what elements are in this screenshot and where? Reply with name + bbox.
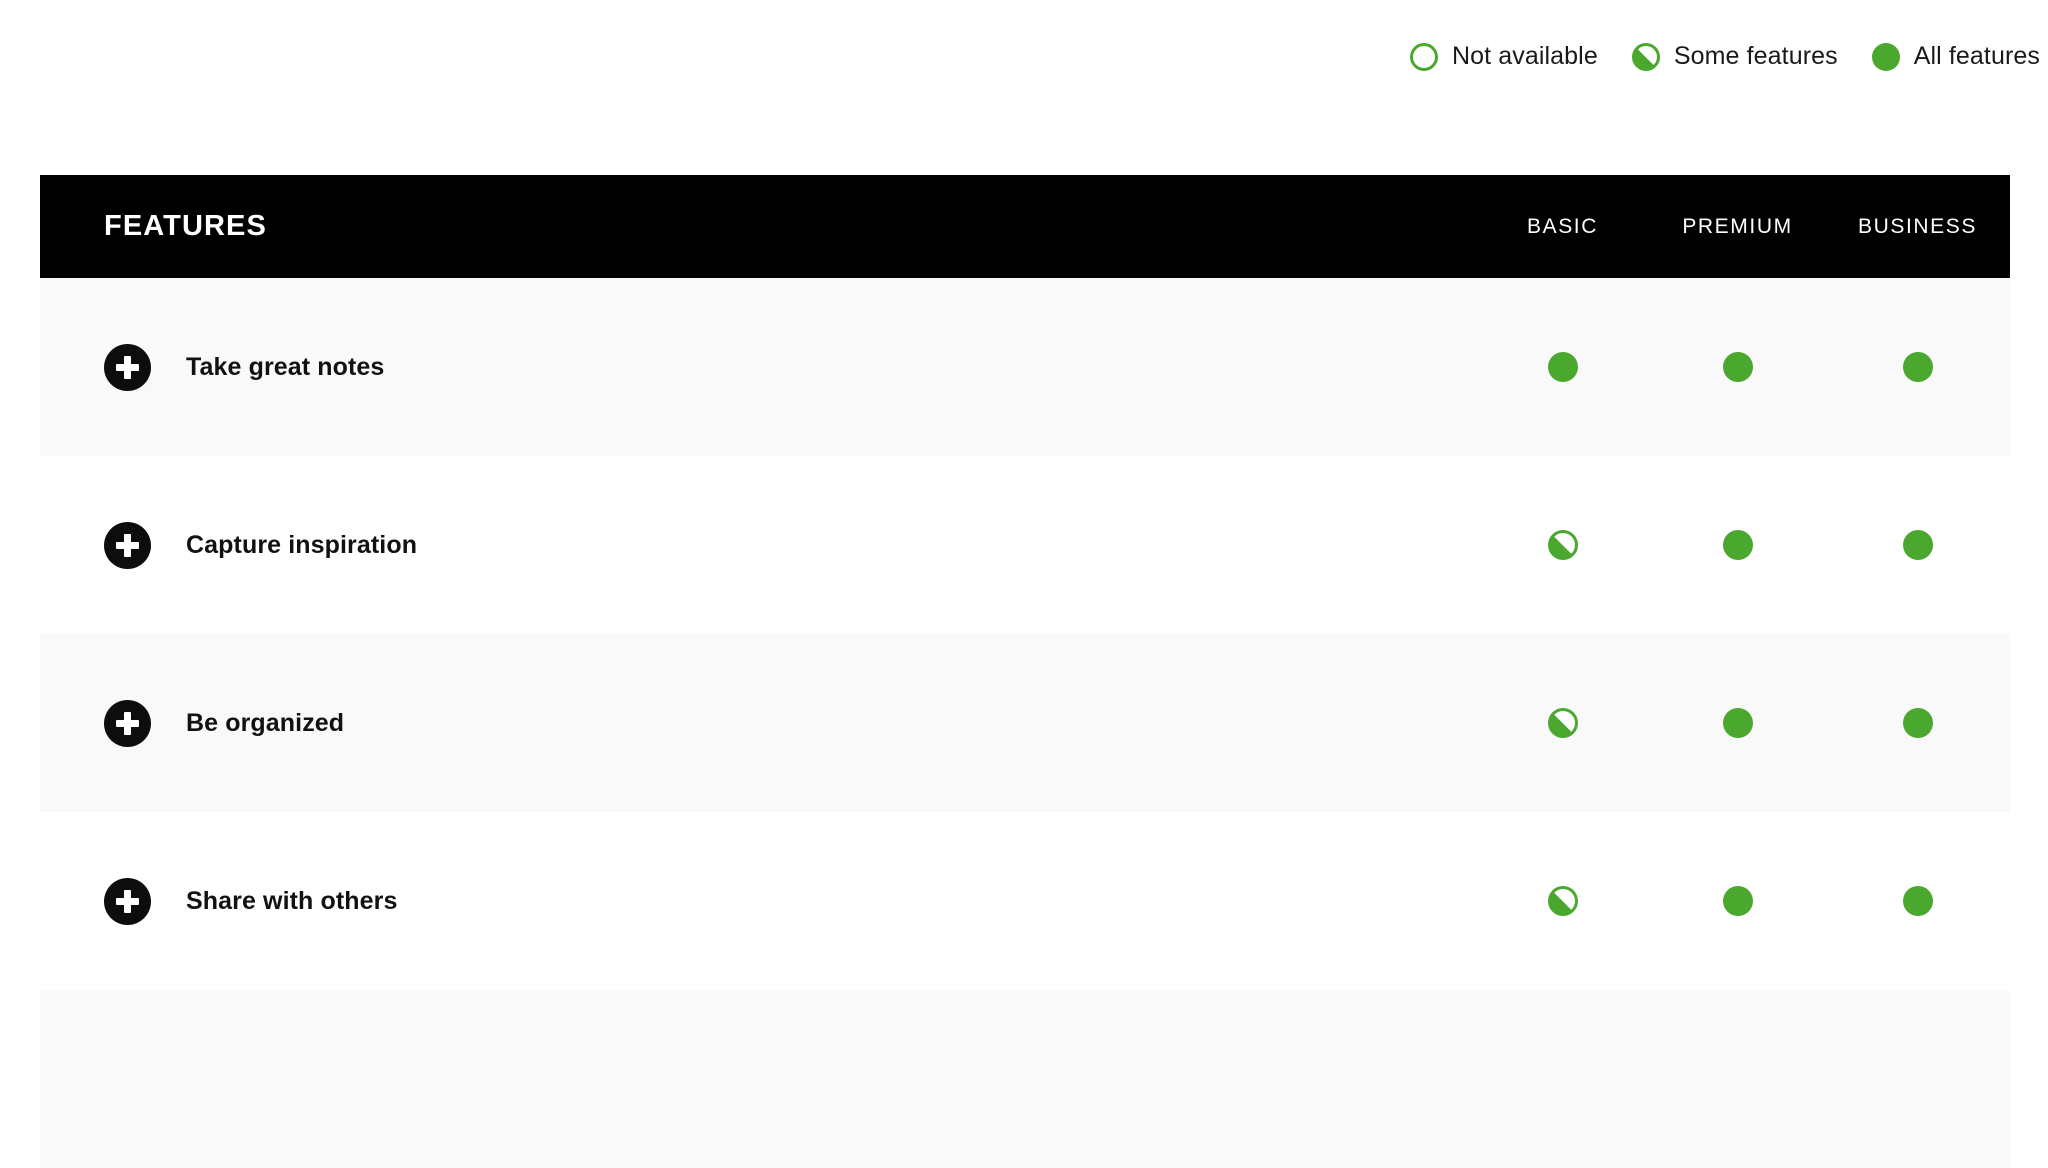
circle-filled-icon xyxy=(1547,352,1578,382)
availability-cell-basic xyxy=(1475,708,1650,738)
feature-cell[interactable]: Share with others xyxy=(104,877,1475,925)
feature-cell[interactable]: Capture inspiration xyxy=(104,521,1475,569)
circle-half-filled-icon xyxy=(1547,886,1578,916)
table-row[interactable]: Share with others xyxy=(40,812,2010,990)
legend-item-not-available: Not available xyxy=(1410,42,1598,71)
features-column-header: FEATURES xyxy=(104,210,267,242)
circle-outline-icon xyxy=(1410,42,1438,71)
table-row[interactable]: Take great notes xyxy=(40,278,2010,456)
feature-comparison-table: FEATURES BASIC PREMIUM BUSINESS Take gre… xyxy=(40,175,2010,1168)
circle-filled-icon xyxy=(1902,352,1933,382)
availability-cell-premium xyxy=(1650,886,1825,916)
feature-cell[interactable]: Take great notes xyxy=(104,343,1475,391)
feature-label: Capture inspiration xyxy=(186,530,418,559)
circle-filled-icon xyxy=(1722,352,1753,382)
availability-cell-premium xyxy=(1650,708,1825,738)
circle-half-filled-icon xyxy=(1631,42,1660,71)
circle-filled-icon xyxy=(1902,530,1933,560)
plan-column-header-business: BUSINESS xyxy=(1858,214,1977,238)
availability-cell-basic xyxy=(1475,352,1650,382)
availability-cell-basic xyxy=(1475,530,1650,560)
circle-half-filled-icon xyxy=(1547,708,1578,738)
plus-circle-icon[interactable] xyxy=(104,699,151,747)
circle-filled-icon xyxy=(1902,886,1933,916)
circle-filled-icon xyxy=(1902,708,1933,738)
availability-cell-business xyxy=(1825,886,2010,916)
availability-cell-basic xyxy=(1475,886,1650,916)
availability-cell-business xyxy=(1825,352,2010,382)
table-row[interactable]: Be organized xyxy=(40,634,2010,812)
legend-item-some-features: Some features xyxy=(1631,42,1838,71)
availability-cell-premium xyxy=(1650,352,1825,382)
table-row[interactable] xyxy=(40,990,2010,1168)
feature-label: Share with others xyxy=(186,886,398,915)
plan-column-header-basic: BASIC xyxy=(1526,214,1599,238)
table-header-row: FEATURES BASIC PREMIUM BUSINESS xyxy=(40,175,2010,278)
circle-filled-icon xyxy=(1722,530,1753,560)
circle-filled-icon xyxy=(1722,708,1753,738)
table-row[interactable]: Capture inspiration xyxy=(40,456,2010,634)
legend: Not available Some features All features xyxy=(0,0,2048,175)
availability-cell-premium xyxy=(1650,530,1825,560)
availability-cell-business xyxy=(1825,708,2010,738)
plus-circle-icon[interactable] xyxy=(104,521,151,569)
feature-cell[interactable]: Be organized xyxy=(104,699,1475,747)
legend-label-not-available: Not available xyxy=(1452,42,1598,70)
circle-half-filled-icon xyxy=(1547,530,1578,560)
legend-label-some-features: Some features xyxy=(1673,42,1838,70)
legend-item-all-features: All features xyxy=(1871,42,2040,71)
plan-column-header-premium: PREMIUM xyxy=(1682,214,1793,238)
circle-filled-icon xyxy=(1722,886,1753,916)
plus-circle-icon[interactable] xyxy=(104,343,151,391)
availability-cell-business xyxy=(1825,530,2010,560)
legend-label-all-features: All features xyxy=(1913,42,2040,70)
feature-label: Be organized xyxy=(186,708,345,737)
feature-label: Take great notes xyxy=(186,352,385,381)
plus-circle-icon[interactable] xyxy=(104,877,151,925)
circle-filled-icon xyxy=(1871,42,1900,71)
